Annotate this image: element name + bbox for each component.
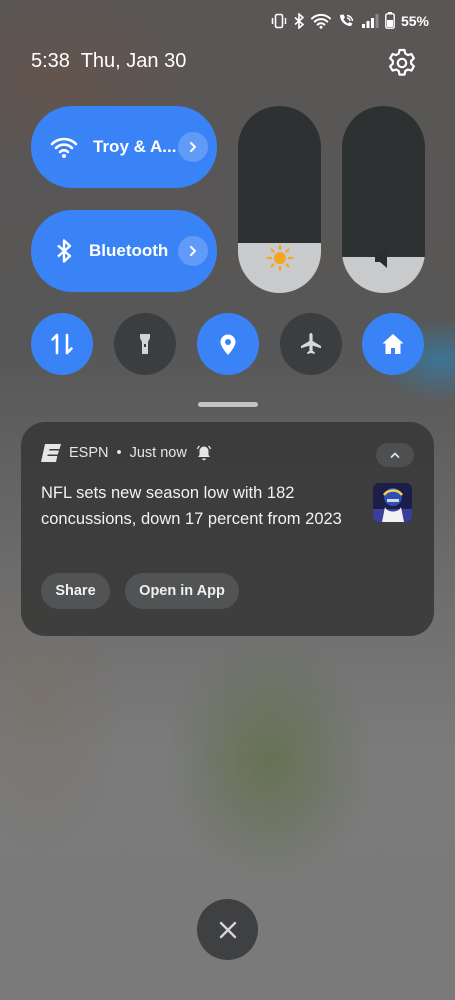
close-icon [219,921,236,938]
collapse-notification-button[interactable] [376,443,414,467]
bluetooth-icon [57,239,72,263]
notification-time: Just now [129,445,187,461]
separator-dot: • [116,445,122,461]
notification-card[interactable]: ESPN • Just now NFL sets new season low … [21,422,434,636]
notification-message: NFL sets new season low with 182 concuss… [41,484,342,528]
bluetooth-label: Bluetooth [89,241,169,260]
gear-icon [389,48,415,76]
notification-app-name: ESPN [69,445,109,461]
wifi-details-button[interactable] [178,132,208,162]
bluetooth-icon [294,12,305,29]
bluetooth-details-button[interactable] [178,236,208,266]
chevron-right-icon [190,246,197,256]
chevron-up-icon [390,452,400,458]
wifi-icon [50,137,78,158]
mobile-data-icon [51,333,73,355]
espn-logo-icon [41,444,61,462]
football-player-image [373,483,412,522]
vibrate-icon [271,13,287,28]
home-toggle[interactable] [362,313,424,375]
volume-slider[interactable] [342,106,425,293]
location-toggle[interactable] [197,313,259,375]
settings-button[interactable] [386,47,418,79]
chevron-right-icon [190,142,197,152]
flashlight-toggle[interactable] [114,313,176,375]
brightness-slider[interactable] [238,106,321,293]
share-button[interactable]: Share [41,573,110,609]
date-time[interactable]: 5:38 Thu, Jan 30 [31,50,186,73]
wifi-icon [310,13,331,29]
airplane-mode-toggle[interactable] [280,313,342,375]
signal-icon [361,13,379,28]
home-icon [382,334,404,354]
notification-header: ESPN • Just now [41,444,213,462]
status-bar: 55% [271,12,429,29]
open-in-app-button[interactable]: Open in App [125,573,239,609]
alert-bell-icon [196,445,211,461]
panel-drag-handle[interactable] [198,402,258,407]
wifi-toggle[interactable]: Troy & A... [31,106,217,188]
notification-thumbnail [373,483,412,522]
bluetooth-toggle[interactable]: Bluetooth [31,210,217,292]
clock: 5:38 [31,50,70,72]
mobile-data-toggle[interactable] [31,313,93,375]
speaker-icon [375,248,387,268]
airplane-icon [301,333,321,354]
battery-percent: 55% [400,12,429,29]
wifi-network-label: Troy & A... [93,137,177,156]
sun-icon [266,244,294,272]
close-button[interactable] [197,899,258,960]
location-icon [220,334,236,355]
wifi-calling-icon [339,14,354,26]
flashlight-icon [140,334,150,354]
battery-icon [385,12,395,29]
date: Thu, Jan 30 [80,50,187,72]
